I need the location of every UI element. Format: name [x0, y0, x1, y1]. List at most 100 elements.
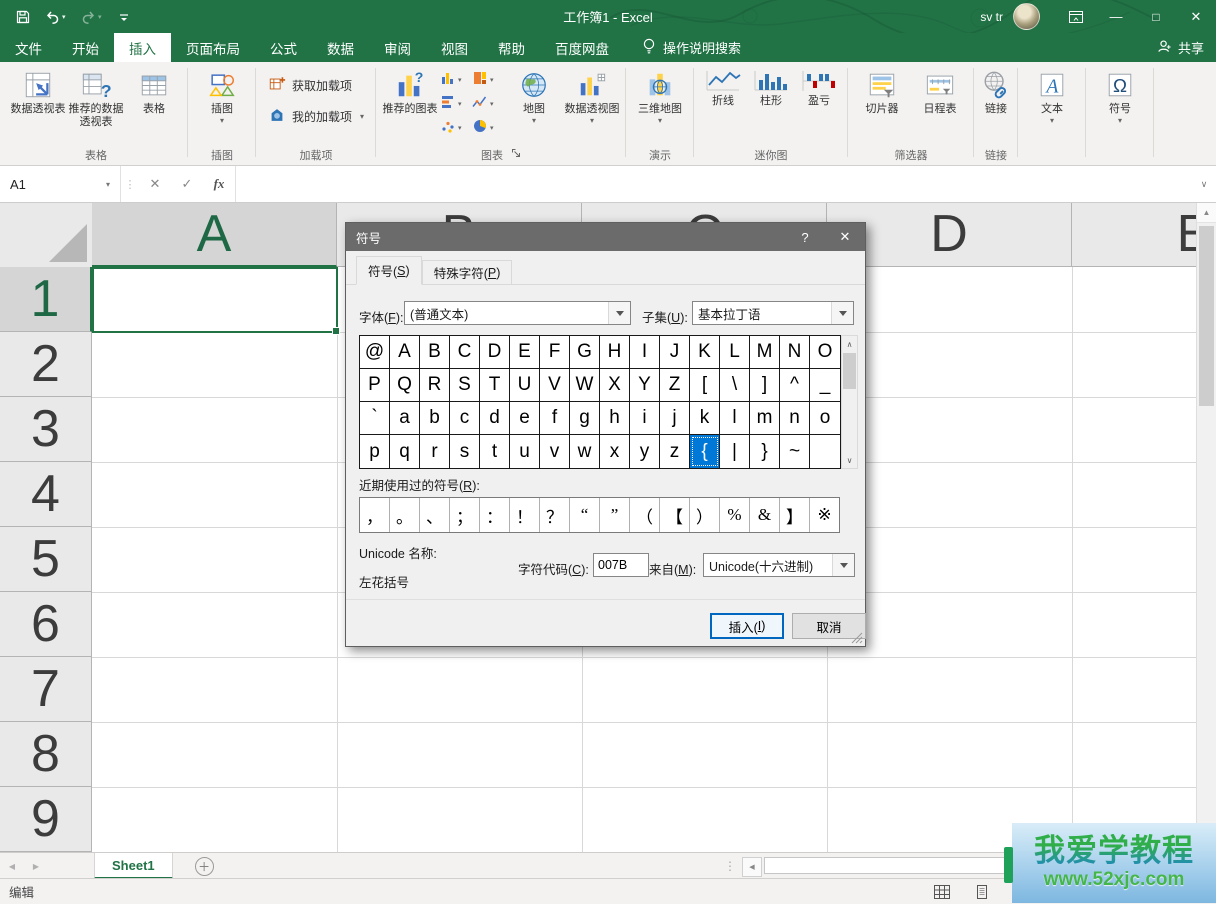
ribbon-button-文本[interactable]: A文本▾: [1024, 65, 1080, 125]
new-sheet-button[interactable]: ＋: [195, 857, 214, 876]
ribbon-button-chart-pie[interactable]: ▾: [472, 116, 504, 140]
symbol-cell[interactable]: V: [540, 369, 570, 402]
symbol-cell[interactable]: c: [450, 402, 480, 435]
symbol-cell[interactable]: J: [660, 336, 690, 369]
ribbon-tab-视图[interactable]: 视图: [426, 33, 483, 62]
symbol-cell[interactable]: \: [720, 369, 750, 402]
ribbon-button-三维地图[interactable]: 三维地图▾: [632, 65, 688, 125]
sheet-next-icon[interactable]: ▶: [24, 853, 48, 879]
ribbon-tab-帮助[interactable]: 帮助: [483, 33, 540, 62]
tell-me-search[interactable]: 操作说明搜索: [642, 33, 741, 62]
recent-symbol-cell[interactable]: ？: [540, 498, 570, 532]
symbol-cell[interactable]: n: [780, 402, 810, 435]
symbol-cell[interactable]: G: [570, 336, 600, 369]
recent-symbol-cell[interactable]: ！: [510, 498, 540, 532]
column-header-E[interactable]: E: [1072, 202, 1216, 267]
name-box[interactable]: A1 ▾: [0, 166, 120, 202]
page-layout-view-icon[interactable]: [974, 885, 990, 899]
symbol-cell[interactable]: k: [690, 402, 720, 435]
symbol-cell[interactable]: r: [420, 435, 450, 468]
symbol-cell[interactable]: u: [510, 435, 540, 468]
symbol-cell[interactable]: z: [660, 435, 690, 468]
ribbon-button-符号[interactable]: Ω符号▾: [1092, 65, 1148, 125]
ribbon-button-折线[interactable]: 折线: [700, 65, 746, 108]
symbol-cell[interactable]: `: [360, 402, 390, 435]
symbol-cell[interactable]: a: [390, 402, 420, 435]
recent-symbol-cell[interactable]: ：: [480, 498, 510, 532]
recent-symbol-cell[interactable]: “: [570, 498, 600, 532]
recent-symbol-cell[interactable]: 。: [390, 498, 420, 532]
symbol-cell[interactable]: f: [540, 402, 570, 435]
symbol-cell[interactable]: {: [690, 435, 720, 468]
symbol-cell[interactable]: X: [600, 369, 630, 402]
ribbon-button-推荐的数据透视表[interactable]: ?推荐的数据透视表: [68, 65, 124, 129]
expand-formula-bar-icon[interactable]: ∨: [1192, 166, 1216, 202]
symbol-cell[interactable]: j: [660, 402, 690, 435]
symbol-cell[interactable]: g: [570, 402, 600, 435]
symbol-scroll-thumb[interactable]: [843, 353, 856, 389]
symbol-cell[interactable]: L: [720, 336, 750, 369]
row-header-3[interactable]: 3: [0, 397, 92, 462]
symbol-cell[interactable]: m: [750, 402, 780, 435]
symbol-cell[interactable]: B: [420, 336, 450, 369]
symbol-cell[interactable]: [: [690, 369, 720, 402]
insert-function-button[interactable]: fx: [203, 166, 235, 202]
symbol-cell[interactable]: l: [720, 402, 750, 435]
ribbon-tab-插入[interactable]: 插入: [114, 33, 171, 62]
close-button[interactable]: ✕: [1176, 0, 1216, 33]
ribbon-tab-百度网盘[interactable]: 百度网盘: [540, 33, 624, 62]
subset-select[interactable]: 基本拉丁语: [692, 301, 854, 325]
symbol-cell[interactable]: ~: [780, 435, 810, 468]
symbol-cell[interactable]: A: [390, 336, 420, 369]
tab-symbols[interactable]: 符号(S): [356, 256, 422, 285]
recent-symbol-cell[interactable]: ；: [450, 498, 480, 532]
formula-input[interactable]: [235, 166, 1192, 202]
ribbon-button-chart-scatter[interactable]: ▾: [440, 116, 472, 140]
symbol-cell[interactable]: o: [810, 402, 840, 435]
symbol-cell[interactable]: Y: [630, 369, 660, 402]
symbol-cell[interactable]: }: [750, 435, 780, 468]
symbol-cell[interactable]: N: [780, 336, 810, 369]
symbol-grid-scrollbar[interactable]: ∧ ∨: [841, 335, 858, 469]
ribbon-button-地图[interactable]: 地图▾: [506, 65, 562, 125]
from-dropdown-icon[interactable]: [832, 554, 854, 576]
ribbon-button-我的加载项[interactable]: 我的加载项▾: [268, 106, 364, 127]
recent-symbol-cell[interactable]: &: [750, 498, 780, 532]
row-header-7[interactable]: 7: [0, 657, 92, 722]
recent-symbol-cell[interactable]: （: [630, 498, 660, 532]
tab-special-characters[interactable]: 特殊字符(P): [422, 260, 513, 285]
dialog-titlebar[interactable]: 符号 ? ✕: [346, 223, 865, 251]
symbol-cell[interactable]: x: [600, 435, 630, 468]
resize-grip[interactable]: [850, 631, 863, 644]
dialog-launcher-icon[interactable]: [511, 148, 521, 161]
symbol-cell[interactable]: ^: [780, 369, 810, 402]
ribbon-button-柱形[interactable]: 柱形: [748, 65, 794, 108]
symbol-cell[interactable]: Q: [390, 369, 420, 402]
recent-symbol-cell[interactable]: 、: [420, 498, 450, 532]
minimize-button[interactable]: —: [1096, 0, 1136, 33]
symbol-cell[interactable]: T: [480, 369, 510, 402]
symbol-cell[interactable]: e: [510, 402, 540, 435]
symbol-cell[interactable]: @: [360, 336, 390, 369]
symbol-cell[interactable]: R: [420, 369, 450, 402]
from-select[interactable]: Unicode(十六进制): [703, 553, 855, 577]
symbol-cell[interactable]: D: [480, 336, 510, 369]
symbol-scroll-down-icon[interactable]: ∨: [842, 452, 857, 468]
symbol-cell[interactable]: h: [600, 402, 630, 435]
ribbon-button-日程表[interactable]: 日程表: [912, 65, 968, 116]
cancel-entry-button[interactable]: ✕: [139, 166, 171, 202]
dialog-help-button[interactable]: ?: [785, 223, 825, 251]
font-dropdown-icon[interactable]: [608, 302, 630, 324]
symbol-cell[interactable]: U: [510, 369, 540, 402]
save-button[interactable]: [10, 4, 36, 30]
ribbon-tab-审阅[interactable]: 审阅: [369, 33, 426, 62]
ribbon-button-数据透视表[interactable]: 数据透视表: [10, 65, 66, 116]
ribbon-tab-页面布局[interactable]: 页面布局: [171, 33, 255, 62]
symbol-cell[interactable]: d: [480, 402, 510, 435]
row-header-4[interactable]: 4: [0, 462, 92, 527]
symbol-cell[interactable]: F: [540, 336, 570, 369]
vertical-scrollbar[interactable]: ▲: [1196, 202, 1216, 852]
column-header-A[interactable]: A: [92, 202, 337, 267]
subset-dropdown-icon[interactable]: [831, 302, 853, 324]
ribbon-button-chart-line[interactable]: ▾: [472, 92, 504, 116]
